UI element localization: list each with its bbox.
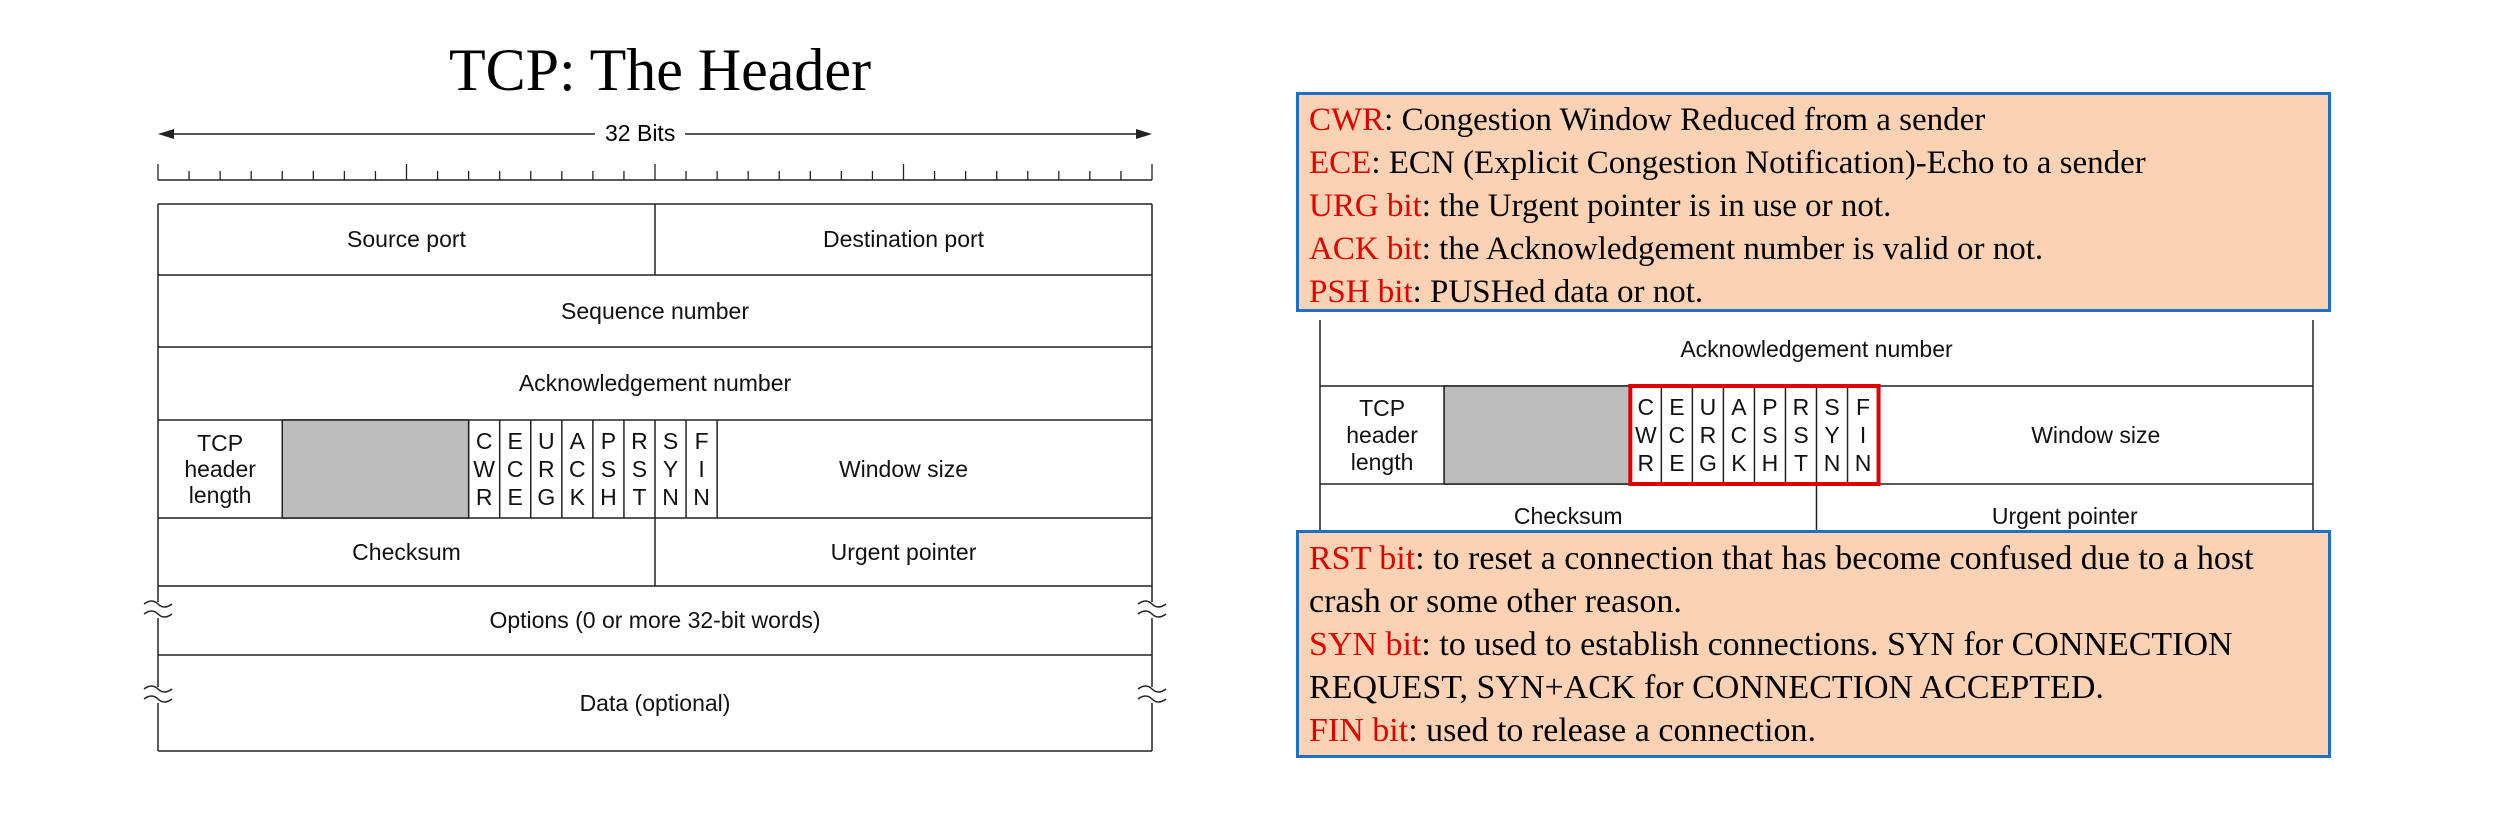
flags-note-bottom: RST bit: to reset a connection that has … xyxy=(1296,530,2331,758)
note-text: : to used to establish connections. SYN … xyxy=(1421,626,2233,663)
flag-zoom-fin: FIN xyxy=(1854,394,1872,476)
note-line: FIN bit: used to release a connection. xyxy=(1309,709,2328,752)
checksum-zoom: Checksum xyxy=(1513,503,1623,529)
note-term: RST bit xyxy=(1309,540,1416,577)
flags-note-top: CWR: Congestion Window Reduced from a se… xyxy=(1296,92,2331,312)
checksum: Checksum xyxy=(352,538,461,565)
flag-zoom-ack: ACK xyxy=(1730,394,1748,476)
note-text: : the Urgent pointer is in use or not. xyxy=(1421,188,1892,224)
flag-zoom-cwr: CWR xyxy=(1634,394,1657,476)
arrow-left-icon xyxy=(158,129,174,139)
note-term: URG bit xyxy=(1309,188,1422,224)
acknowledgement-number-zoom: Acknowledgement number xyxy=(1680,335,1953,362)
flag-zoom-syn: SYN xyxy=(1823,394,1841,476)
note-line: ACK bit: the Acknowledgement number is v… xyxy=(1309,228,2328,271)
note-line: RST bit: to reset a connection that has … xyxy=(1309,537,2328,580)
note-term: PSH bit xyxy=(1309,274,1413,310)
note-text: : Congestion Window Reduced from a sende… xyxy=(1384,102,1986,138)
note-line: ECE: ECN (Explicit Congestion Notificati… xyxy=(1309,142,2328,185)
note-term: ECE xyxy=(1309,145,1372,181)
flag-ece: ECE xyxy=(506,428,524,510)
note-line: SYN bit: to used to establish connection… xyxy=(1309,623,2328,666)
tcp-header-length: TCP header length xyxy=(184,430,256,508)
window-size: Window size xyxy=(838,455,969,482)
reserved-bits xyxy=(281,419,470,519)
options-field: Options (0 or more 32-bit words) xyxy=(489,607,821,633)
reserved-bits-zoom xyxy=(1443,385,1632,485)
urgent-pointer: Urgent pointer xyxy=(830,538,977,565)
note-text: REQUEST, SYN+ACK for CONNECTION ACCEPTED… xyxy=(1309,669,2104,706)
note-text: crash or some other reason. xyxy=(1309,583,1682,620)
tcp-header-length-zoom: TCP header length xyxy=(1346,394,1418,475)
arrow-right-icon xyxy=(1136,129,1152,139)
note-text: : used to release a connection. xyxy=(1408,712,1817,749)
sequence-number: Sequence number xyxy=(561,297,749,324)
note-text: : PUSHed data or not. xyxy=(1412,274,1704,310)
note-text: : to reset a connection that has become … xyxy=(1415,540,2254,577)
note-text: : ECN (Explicit Congestion Notification)… xyxy=(1371,145,2146,181)
note-text: : the Acknowledgement number is valid or… xyxy=(1421,231,2044,267)
flag-psh: PSH xyxy=(600,428,617,510)
window-size-zoom: Window size xyxy=(2031,421,2161,448)
note-line: URG bit: the Urgent pointer is in use or… xyxy=(1309,185,2328,228)
data-field: Data (optional) xyxy=(579,689,731,716)
note-line: crash or some other reason. xyxy=(1309,580,2328,623)
source-port: Source port xyxy=(347,226,466,252)
acknowledgement-number: Acknowledgement number xyxy=(518,370,792,396)
note-line: PSH bit: PUSHed data or not. xyxy=(1309,271,2328,314)
bit-width-label: 32 Bits xyxy=(595,120,686,146)
flag-ack: ACK xyxy=(569,428,586,510)
flag-cwr: CWR xyxy=(473,428,496,510)
urgent-pointer-zoom: Urgent pointer xyxy=(1991,503,2138,529)
flag-zoom-ece: ECE xyxy=(1668,394,1686,476)
flag-zoom-rst: RST xyxy=(1792,394,1810,476)
flag-zoom-psh: PSH xyxy=(1761,394,1779,476)
flag-urg: URG xyxy=(537,428,556,510)
note-line: CWR: Congestion Window Reduced from a se… xyxy=(1309,99,2328,142)
note-term: FIN bit xyxy=(1309,712,1409,749)
note-term: ACK bit xyxy=(1309,231,1422,267)
flag-zoom-urg: URG xyxy=(1698,394,1717,476)
note-line: REQUEST, SYN+ACK for CONNECTION ACCEPTED… xyxy=(1309,666,2328,709)
flag-rst: RST xyxy=(631,428,648,510)
destination-port: Destination port xyxy=(822,226,985,252)
note-term: CWR xyxy=(1309,102,1385,138)
note-term: SYN bit xyxy=(1309,626,1422,663)
